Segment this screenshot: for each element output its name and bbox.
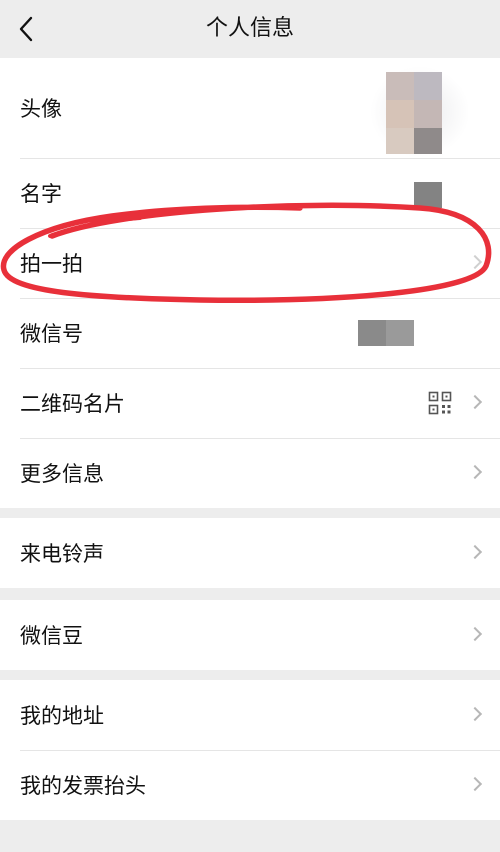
address-group: 我的地址 我的发票抬头: [0, 680, 500, 820]
chevron-right-icon: [467, 706, 483, 722]
more-info-row[interactable]: 更多信息: [0, 438, 500, 508]
name-label: 名字: [20, 182, 62, 206]
beans-group: 微信豆: [0, 600, 500, 670]
beans-row[interactable]: 微信豆: [0, 600, 500, 670]
chevron-right-icon: [467, 626, 483, 642]
avatar-label: 头像: [20, 97, 62, 121]
name-mosaic: [414, 182, 442, 208]
qr-code-icon: [428, 391, 452, 415]
ringtone-row[interactable]: 来电铃声: [0, 518, 500, 588]
avatar-row[interactable]: 头像: [0, 58, 500, 158]
chevron-right-icon: [467, 464, 483, 480]
avatar-mosaic-tile: [386, 100, 414, 128]
my-address-row[interactable]: 我的地址: [0, 680, 500, 750]
qr-card-label: 二维码名片: [20, 392, 125, 416]
wechat-id-mosaic: [358, 320, 386, 346]
wechat-id-label: 微信号: [20, 322, 83, 346]
invoice-title-row[interactable]: 我的发票抬头: [0, 750, 500, 820]
pat-label: 拍一拍: [20, 252, 83, 276]
avatar-mosaic-tile: [414, 100, 442, 128]
invoice-title-label: 我的发票抬头: [20, 774, 146, 798]
chevron-right-icon: [467, 394, 483, 410]
ringtone-group: 来电铃声: [0, 518, 500, 588]
avatar-mosaic-tile: [414, 72, 442, 100]
ringtone-label: 来电铃声: [20, 542, 104, 566]
avatar-mosaic-tile: [386, 128, 414, 154]
pat-row[interactable]: 拍一拍: [0, 228, 500, 298]
avatar[interactable]: [386, 72, 442, 154]
chevron-right-icon: [467, 776, 483, 792]
qr-card-row[interactable]: 二维码名片: [0, 368, 500, 438]
page-title: 个人信息: [205, 16, 294, 41]
avatar-mosaic-tile: [414, 128, 442, 154]
chevron-right-icon: [467, 544, 483, 560]
wechat-id-row[interactable]: 微信号: [0, 298, 500, 368]
chevron-right-icon: [467, 254, 483, 270]
top-bar: 个人信息: [0, 0, 500, 58]
wechat-id-mosaic: [386, 320, 414, 346]
name-row[interactable]: 名字: [0, 158, 500, 228]
avatar-mosaic-tile: [386, 72, 414, 100]
beans-label: 微信豆: [20, 624, 83, 648]
profile-group: 头像 名字 拍一拍 微信号 二维码名片 更多信息: [0, 58, 500, 508]
more-info-label: 更多信息: [20, 462, 104, 486]
my-address-label: 我的地址: [20, 704, 104, 728]
